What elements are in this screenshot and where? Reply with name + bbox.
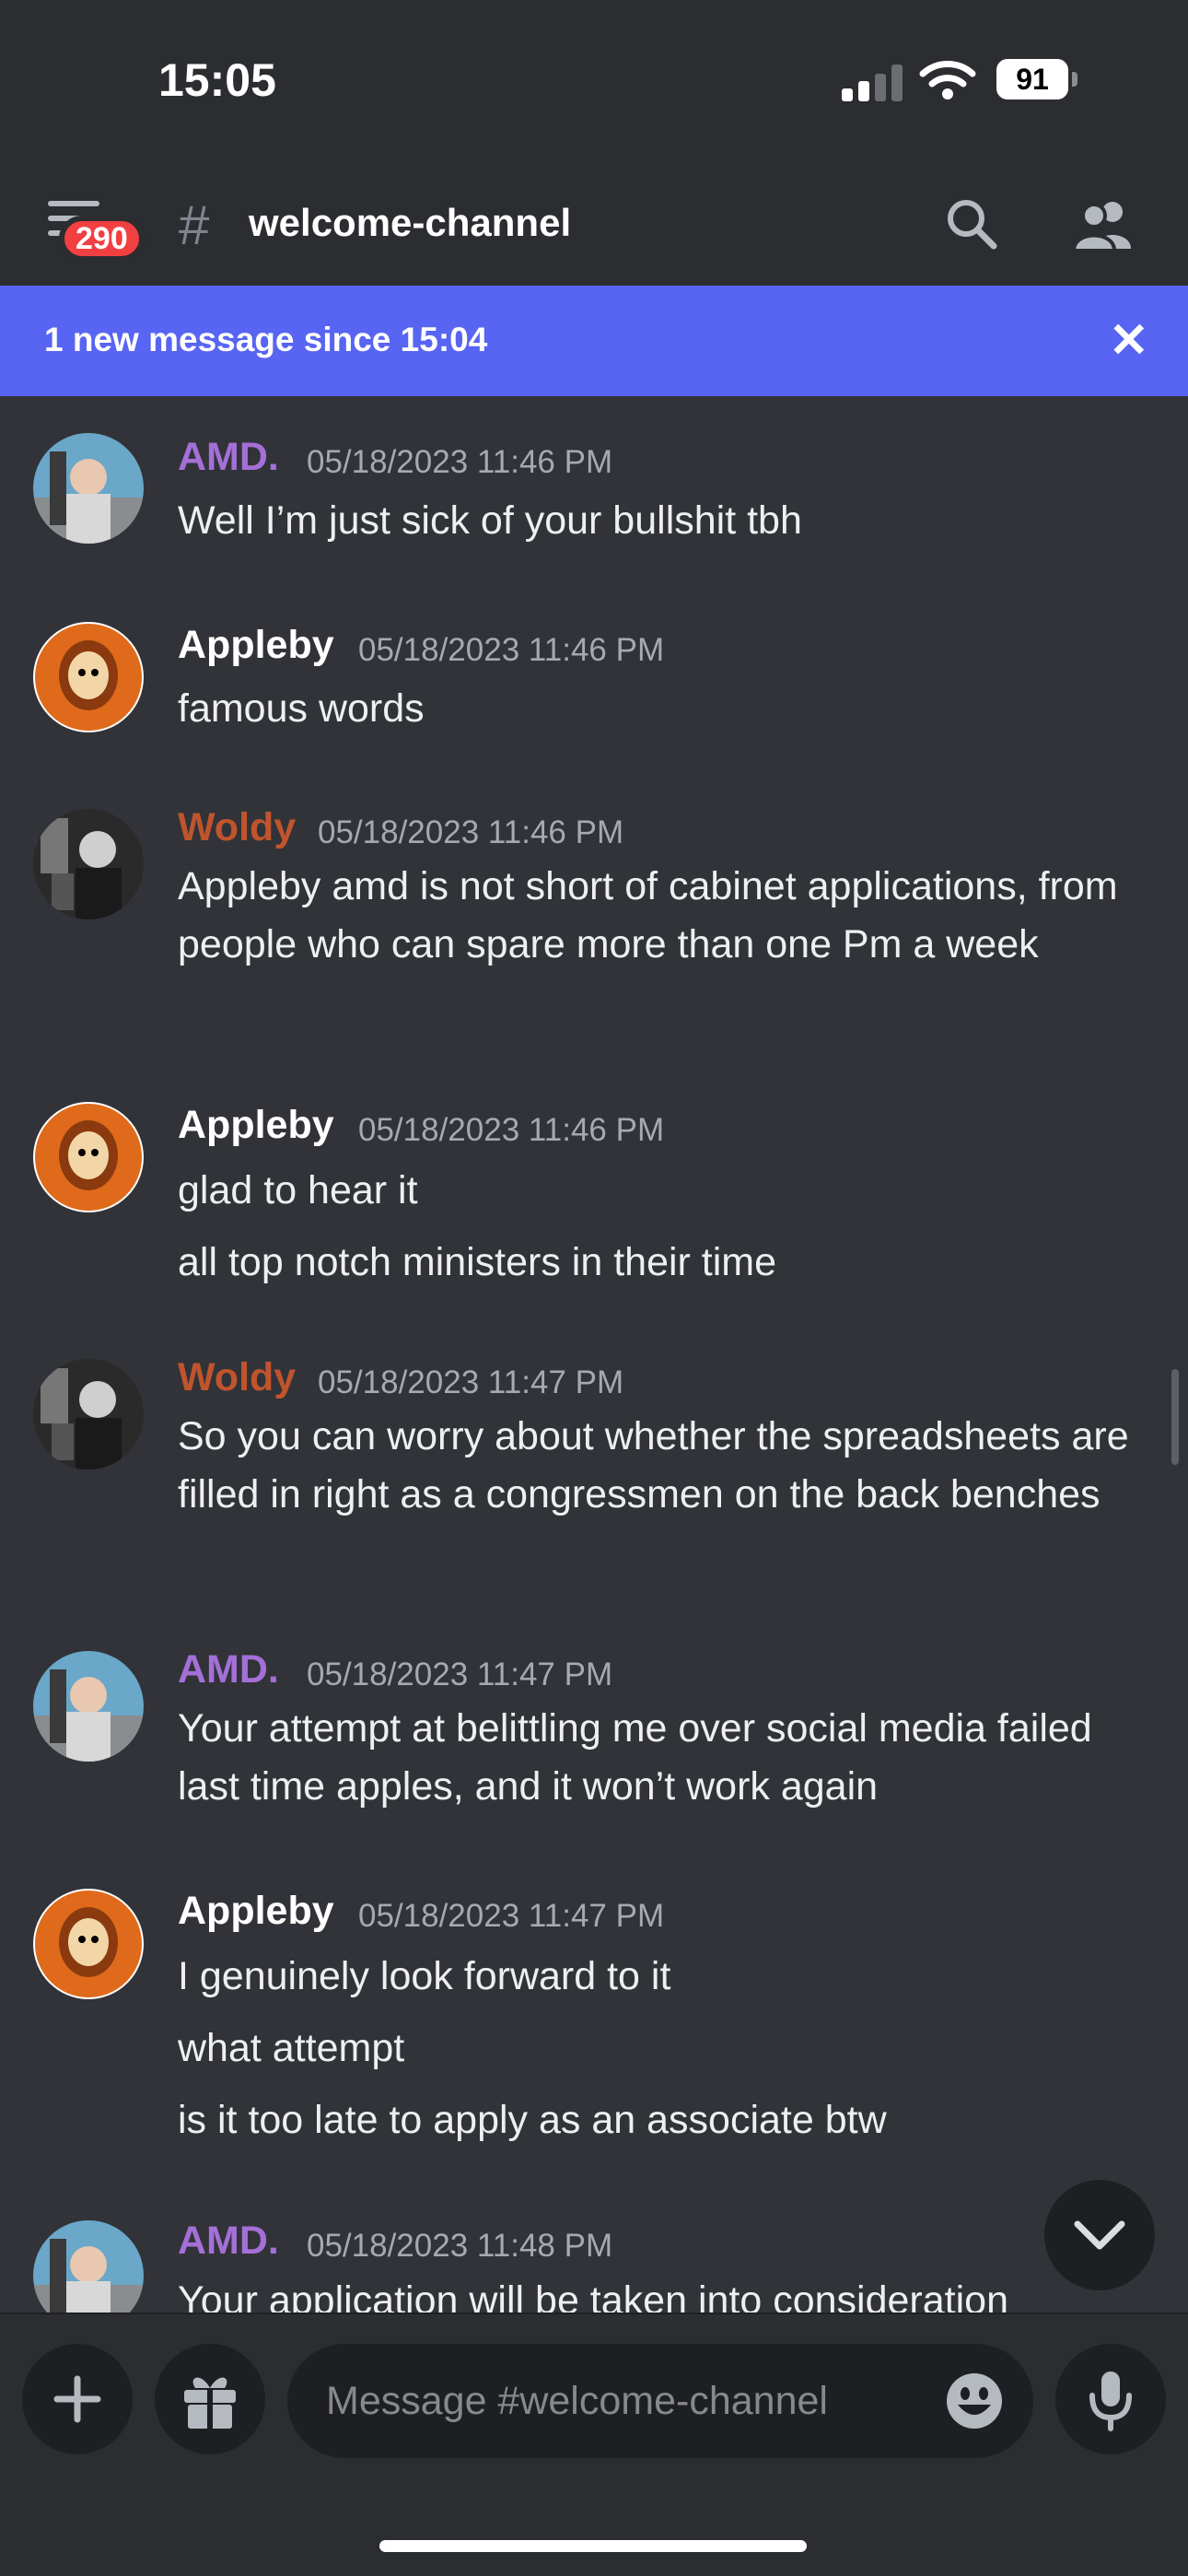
message-input[interactable]: Message #welcome-channel	[287, 2344, 1033, 2458]
message-author[interactable]: Appleby	[178, 1103, 334, 1148]
avatar[interactable]	[33, 1359, 144, 1469]
status-bar: 15:05 91	[0, 0, 1188, 157]
cellular-signal-icon	[842, 64, 903, 101]
battery-icon: 91	[996, 59, 1077, 100]
message-author[interactable]: Appleby	[178, 1889, 334, 1934]
voice-message-button[interactable]	[1055, 2344, 1166, 2454]
home-indicator[interactable]	[379, 2540, 807, 2552]
avatar[interactable]	[33, 1889, 144, 1999]
message-text: is it too late to apply as an associate …	[178, 2098, 887, 2142]
avatar[interactable]	[33, 1651, 144, 1762]
message-input-placeholder: Message #welcome-channel	[326, 2379, 828, 2423]
avatar[interactable]	[33, 2220, 144, 2313]
avatar[interactable]	[33, 809, 144, 919]
members-icon[interactable]	[1071, 197, 1135, 252]
plus-icon	[53, 2375, 101, 2423]
avatar[interactable]	[33, 622, 144, 732]
search-icon[interactable]	[943, 195, 1000, 252]
new-messages-text: 1 new message since 15:04	[44, 321, 488, 358]
message-composer: Message #welcome-channel	[0, 2313, 1188, 2576]
status-time: 15:05	[158, 54, 276, 106]
gift-button[interactable]	[155, 2344, 265, 2454]
battery-level: 91	[996, 59, 1068, 100]
scrollbar[interactable]	[1171, 1369, 1179, 1465]
chevron-down-icon	[1074, 2220, 1125, 2250]
message-text: Well I’m just sick of your bullshit tbh	[178, 498, 802, 543]
message-text: Your attempt at belittling me over socia…	[178, 1706, 1092, 1809]
message-text: Appleby amd is not short of cabinet appl…	[178, 864, 1118, 966]
message-author[interactable]: Woldy	[178, 805, 296, 850]
message-text: famous words	[178, 686, 425, 731]
avatar[interactable]	[33, 433, 144, 544]
message-timestamp: 05/18/2023 11:46 PM	[358, 1112, 665, 1148]
message-timestamp: 05/18/2023 11:46 PM	[358, 632, 665, 668]
unread-badge[interactable]: 290	[59, 216, 145, 262]
message-text: glad to hear it	[178, 1168, 418, 1212]
channel-header: 290 # welcome-channel	[0, 157, 1188, 286]
message-text: Your application will be taken into cons…	[178, 2278, 1008, 2313]
message-text: what attempt	[178, 2026, 405, 2070]
message-text: So you can worry about whether the sprea…	[178, 1414, 1129, 1516]
message-author[interactable]: AMD.	[178, 1647, 279, 1692]
gift-icon	[184, 2377, 236, 2429]
message-text: I genuinely look forward to it	[178, 1954, 671, 1998]
microphone-icon	[1089, 2371, 1132, 2431]
channel-title[interactable]: welcome-channel	[249, 201, 571, 245]
message-author[interactable]: Appleby	[178, 623, 334, 668]
avatar[interactable]	[33, 1102, 144, 1212]
emoji-icon[interactable]	[945, 2371, 1004, 2430]
message-timestamp: 05/18/2023 11:47 PM	[358, 1898, 665, 1934]
message-timestamp: 05/18/2023 11:46 PM	[307, 444, 613, 480]
message-list[interactable]: AMD. 05/18/2023 11:46 PM Well I’m just s…	[0, 396, 1188, 2313]
add-attachment-button[interactable]	[22, 2344, 133, 2454]
message-timestamp: 05/18/2023 11:47 PM	[318, 1364, 624, 1400]
message-text: all top notch ministers in their time	[178, 1240, 777, 1284]
close-icon[interactable]: ✕	[1109, 313, 1149, 369]
message-author[interactable]: AMD.	[178, 2219, 279, 2264]
wifi-icon	[919, 57, 976, 101]
message-author[interactable]: Woldy	[178, 1355, 296, 1400]
message-author[interactable]: AMD.	[178, 435, 279, 480]
message-timestamp: 05/18/2023 11:47 PM	[307, 1657, 613, 1692]
channel-hash-icon: #	[179, 194, 210, 256]
message-timestamp: 05/18/2023 11:48 PM	[307, 2228, 613, 2264]
message-timestamp: 05/18/2023 11:46 PM	[318, 814, 624, 850]
new-messages-bar[interactable]: 1 new message since 15:04 ✕	[0, 286, 1188, 396]
jump-to-bottom-button[interactable]	[1044, 2180, 1155, 2290]
